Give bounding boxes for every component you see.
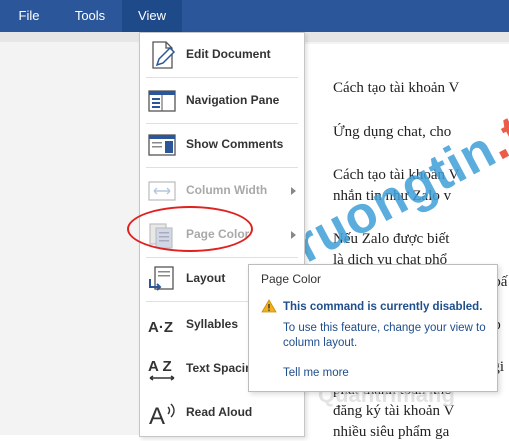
separator bbox=[146, 167, 298, 168]
tell-me-more-link[interactable]: Tell me more bbox=[283, 367, 349, 379]
warning-icon bbox=[261, 299, 277, 313]
menu-item-label: Edit Document bbox=[186, 47, 271, 61]
menu-item-label: Navigation Pane bbox=[186, 93, 280, 107]
file-menu[interactable]: File bbox=[6, 0, 52, 32]
text-spacing-icon: A Z bbox=[148, 358, 175, 381]
tools-menu[interactable]: Tools bbox=[62, 0, 118, 32]
layout-icon bbox=[149, 266, 174, 291]
document-line: nhiều siêu phẩm ga bbox=[333, 424, 450, 440]
menu-item-label: Layout bbox=[186, 271, 226, 285]
document-line: Cách tạo tài khoản V bbox=[333, 80, 460, 96]
menu-item-navigation-pane[interactable]: Navigation Pane bbox=[140, 81, 304, 121]
view-menu[interactable]: View bbox=[122, 0, 182, 32]
navigation-pane-icon bbox=[148, 90, 176, 112]
menu-item-label: Syllables bbox=[186, 317, 239, 331]
submenu-arrow-icon bbox=[291, 187, 296, 195]
separator bbox=[146, 77, 298, 78]
menu-bar: File Tools View bbox=[0, 0, 509, 32]
menu-item-read-aloud[interactable]: A Read Aloud bbox=[140, 393, 304, 433]
show-comments-icon bbox=[148, 134, 176, 156]
tooltip-body: To use this feature, change your view to… bbox=[283, 322, 486, 349]
separator bbox=[146, 257, 298, 258]
menu-item-label: Show Comments bbox=[186, 137, 284, 151]
menu-item-label: Read Aloud bbox=[186, 405, 253, 419]
tooltip-title: Page Color bbox=[261, 272, 322, 286]
menu-item-column-width[interactable]: Column Width bbox=[140, 171, 304, 211]
submenu-arrow-icon bbox=[291, 231, 296, 239]
document-line: Ứng dụng chat, cho bbox=[333, 124, 452, 140]
edit-document-icon bbox=[152, 41, 176, 69]
menu-item-label: Column Width bbox=[186, 183, 268, 197]
menu-item-edit-document[interactable]: Edit Document bbox=[140, 35, 304, 75]
tooltip-heading: This command is currently disabled. bbox=[283, 301, 483, 313]
svg-text:A: A bbox=[149, 403, 165, 429]
syllables-icon: A·Z bbox=[148, 319, 173, 336]
disabled-command-tooltip: Page Color This command is currently dis… bbox=[248, 264, 498, 392]
menu-item-show-comments[interactable]: Show Comments bbox=[140, 125, 304, 165]
highlight-annotation bbox=[127, 206, 253, 252]
svg-text:A·Z: A·Z bbox=[148, 319, 173, 336]
read-aloud-icon: A bbox=[149, 403, 175, 429]
separator bbox=[146, 123, 298, 124]
column-width-icon bbox=[148, 181, 176, 201]
svg-text:A Z: A Z bbox=[148, 358, 172, 375]
